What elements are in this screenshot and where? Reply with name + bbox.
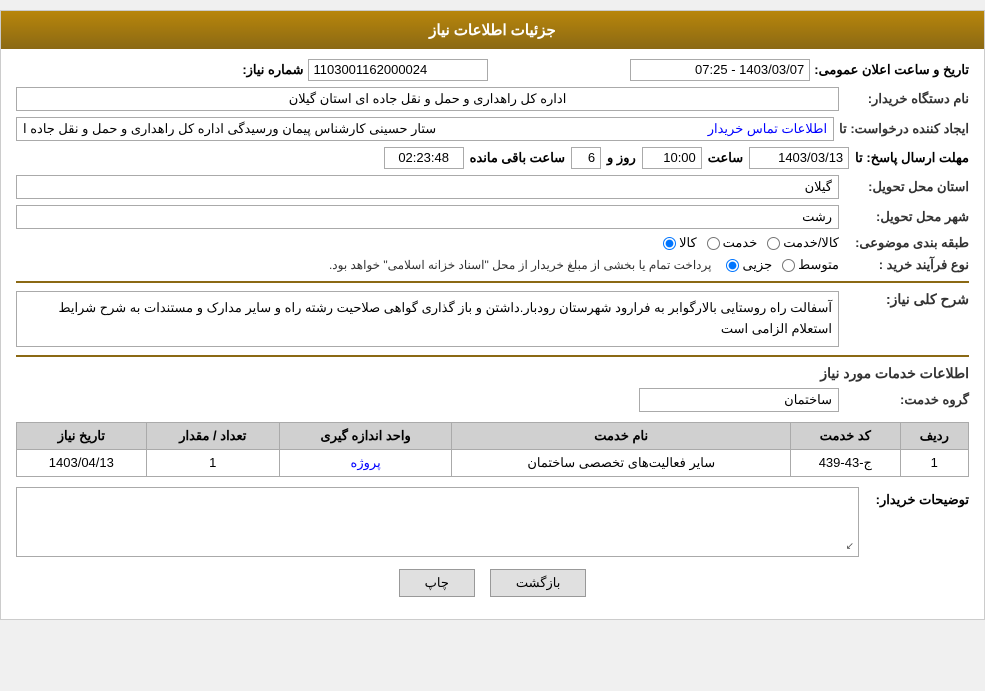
buyer-org-value: اداره کل راهداری و حمل و نقل جاده ای است…	[16, 87, 839, 111]
announce-date-value: 1403/03/07 - 07:25	[630, 59, 810, 81]
page-wrapper: جزئیات اطلاعات نیاز تاریخ و ساعت اعلان ع…	[0, 10, 985, 620]
description-row: شرح کلی نیاز: آسفالت راه روستایی بالارگو…	[16, 291, 969, 347]
category-kala-khidmat-radio[interactable]	[767, 237, 780, 250]
service-group-row: گروه خدمت: ساختمان	[16, 388, 969, 412]
divider-1	[16, 281, 969, 283]
process-mutawasit-label: متوسط	[798, 257, 839, 273]
category-khidmat-radio[interactable]	[707, 237, 720, 250]
cell-code-0: ج-43-439	[791, 449, 900, 476]
col-qty: تعداد / مقدار	[146, 422, 279, 449]
remaining-time-value: 02:23:48	[384, 147, 464, 169]
creator-value: اطلاعات تماس خریدار ستار حسینی کارشناس پ…	[16, 117, 834, 141]
cell-unit-0: پروژه	[279, 449, 451, 476]
remaining-time-label: ساعت باقی مانده	[470, 150, 565, 166]
description-value: آسفالت راه روستایی بالارگوابر به فرارود …	[16, 291, 839, 347]
process-mutawasit: متوسط	[782, 257, 839, 273]
deadline-days-value: 6	[571, 147, 601, 169]
table-row: 1 ج-43-439 سایر فعالیت‌های تخصصی ساختمان…	[17, 449, 969, 476]
announce-date-group: تاریخ و ساعت اعلان عمومی: 1403/03/07 - 0…	[498, 59, 970, 81]
services-table: ردیف کد خدمت نام خدمت واحد اندازه گیری ت…	[16, 422, 969, 477]
creator-text: ستار حسینی کارشناس پیمان ورسیدگی اداره ک…	[23, 121, 436, 137]
col-row: ردیف	[900, 422, 968, 449]
deadline-time-value: 10:00	[642, 147, 702, 169]
creator-row: ایجاد کننده درخواست: تا اطلاعات تماس خری…	[16, 117, 969, 141]
deadline-time-label: ساعت	[708, 150, 743, 166]
category-kala-khidmat: کالا/خدمت	[767, 235, 839, 251]
services-table-section: ردیف کد خدمت نام خدمت واحد اندازه گیری ت…	[16, 422, 969, 477]
process-label: نوع فرآیند خرید :	[839, 257, 969, 273]
request-number-group: 1103001162000024 شماره نیاز:	[16, 59, 488, 81]
top-row: تاریخ و ساعت اعلان عمومی: 1403/03/07 - 0…	[16, 59, 969, 81]
process-group: متوسط جزیی پرداخت تمام یا بخشی از مبلغ خ…	[16, 257, 839, 273]
category-kala-khidmat-label: کالا/خدمت	[783, 235, 839, 251]
province-label: استان محل تحویل:	[839, 179, 969, 195]
request-number-value: 1103001162000024	[308, 59, 488, 81]
print-button[interactable]: چاپ	[399, 569, 475, 597]
buyer-org-row: نام دستگاه خریدار: اداره کل راهداری و حم…	[16, 87, 969, 111]
category-label: طبقه بندی موضوعی:	[839, 235, 969, 251]
category-kala-label: کالا	[679, 235, 697, 251]
process-juzyi-radio[interactable]	[726, 259, 739, 272]
col-code: کد خدمت	[791, 422, 900, 449]
services-title: اطلاعات خدمات مورد نیاز	[16, 365, 969, 382]
creator-label: ایجاد کننده درخواست: تا	[834, 121, 969, 137]
contact-link[interactable]: اطلاعات تماس خریدار	[708, 121, 827, 137]
announce-date-label: تاریخ و ساعت اعلان عمومی:	[814, 62, 969, 78]
comments-label: توضیحات خریدار:	[859, 487, 969, 508]
main-content: تاریخ و ساعت اعلان عمومی: 1403/03/07 - 0…	[1, 49, 984, 619]
deadline-label: مهلت ارسال پاسخ: تا	[855, 150, 969, 166]
cell-qty-0: 1	[146, 449, 279, 476]
process-note: پرداخت تمام یا بخشی از مبلغ خریدار از مح…	[329, 258, 712, 272]
process-mutawasit-radio[interactable]	[782, 259, 795, 272]
request-number-label: شماره نیاز:	[242, 62, 303, 78]
deadline-date-value: 1403/03/13	[749, 147, 849, 169]
divider-2	[16, 355, 969, 357]
back-button[interactable]: بازگشت	[490, 569, 586, 597]
col-unit: واحد اندازه گیری	[279, 422, 451, 449]
comments-cursor: ↙	[846, 541, 854, 552]
cell-date-0: 1403/04/13	[17, 449, 147, 476]
city-value: رشت	[16, 205, 839, 229]
service-group-value: ساختمان	[639, 388, 839, 412]
category-kala-radio[interactable]	[663, 237, 676, 250]
category-khidmat-label: خدمت	[723, 235, 758, 251]
deadline-days-label: روز و	[607, 150, 636, 166]
process-row: نوع فرآیند خرید : متوسط جزیی پرداخت تمام…	[16, 257, 969, 273]
service-group-label: گروه خدمت:	[839, 392, 969, 408]
page-header: جزئیات اطلاعات نیاز	[1, 11, 984, 49]
buyer-org-label: نام دستگاه خریدار:	[839, 91, 969, 107]
province-row: استان محل تحویل: گیلان	[16, 175, 969, 199]
comments-section: توضیحات خریدار: ↙	[16, 487, 969, 557]
buttons-row: بازگشت چاپ	[16, 569, 969, 597]
city-row: شهر محل تحویل: رشت	[16, 205, 969, 229]
category-kala: کالا	[663, 235, 697, 251]
process-juzyi-label: جزیی	[742, 257, 772, 273]
deadline-row: مهلت ارسال پاسخ: تا 1403/03/13 ساعت 10:0…	[16, 147, 969, 169]
cell-row-0: 1	[900, 449, 968, 476]
cell-name-0: سایر فعالیت‌های تخصصی ساختمان	[452, 449, 791, 476]
col-date: تاریخ نیاز	[17, 422, 147, 449]
category-row: طبقه بندی موضوعی: کالا/خدمت خدمت کالا	[16, 235, 969, 251]
process-radio-group: متوسط جزیی	[726, 257, 839, 273]
process-juzyi: جزیی	[726, 257, 772, 273]
table-header-row: ردیف کد خدمت نام خدمت واحد اندازه گیری ت…	[17, 422, 969, 449]
category-radio-group: کالا/خدمت خدمت کالا	[663, 235, 839, 251]
col-name: نام خدمت	[452, 422, 791, 449]
page-title: جزئیات اطلاعات نیاز	[429, 22, 556, 39]
comments-box: ↙	[16, 487, 859, 557]
description-label: شرح کلی نیاز:	[839, 291, 969, 308]
province-value: گیلان	[16, 175, 839, 199]
category-khidmat: خدمت	[707, 235, 758, 251]
city-label: شهر محل تحویل:	[839, 209, 969, 225]
